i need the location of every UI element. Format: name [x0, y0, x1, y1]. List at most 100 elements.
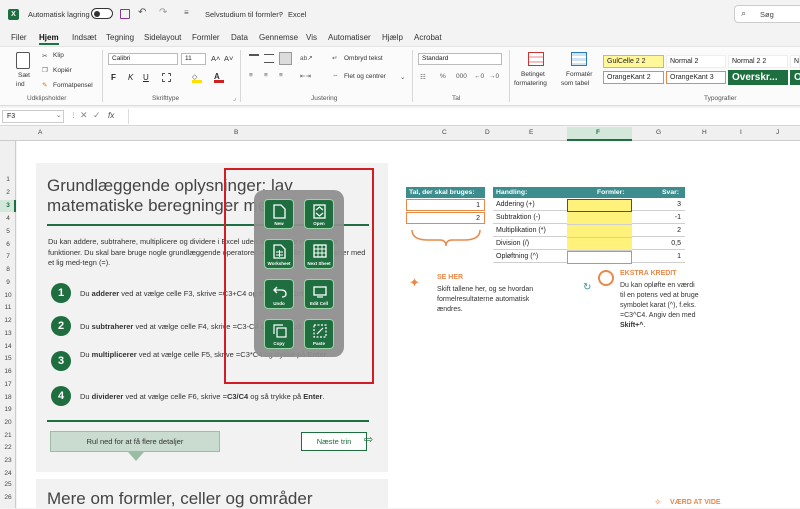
column-header-d[interactable]: D — [485, 129, 490, 136]
style-overskrift[interactable]: Overskr... — [728, 70, 788, 85]
format-table-label-2[interactable]: som tabel — [561, 80, 589, 87]
cut-icon[interactable]: ✂ — [42, 52, 47, 60]
name-box[interactable]: F3 — [2, 110, 64, 123]
conditional-format-label[interactable]: Betinget — [521, 71, 545, 78]
row-header[interactable]: 19 — [0, 405, 16, 415]
tab-hjaelp[interactable]: Hjælp — [382, 33, 403, 42]
row-header[interactable]: 24 — [0, 469, 16, 479]
increase-decimal-icon[interactable]: ←0 — [474, 73, 484, 80]
tab-filer[interactable]: Filer — [11, 33, 27, 42]
fill-color-icon[interactable]: ◇ — [192, 72, 202, 83]
wrap-text-icon[interactable]: ↵ — [332, 54, 337, 62]
orientation-icon[interactable]: ab↗ — [300, 54, 313, 62]
column-header-a[interactable]: A — [38, 129, 42, 136]
row-header[interactable]: 9 — [0, 278, 16, 288]
style-normal-2[interactable]: Normal 2 — [666, 55, 726, 68]
next-step-button[interactable]: Næste trin — [301, 432, 367, 451]
formula-cell-f5[interactable] — [567, 225, 632, 238]
font-name-select[interactable]: Calibri — [108, 53, 178, 65]
italic-button[interactable]: K — [128, 73, 133, 82]
redo-icon[interactable]: ↷ — [159, 7, 167, 18]
thousands-icon[interactable]: 000 — [456, 73, 467, 80]
tab-tegning[interactable]: Tegning — [106, 33, 134, 42]
autosave-toggle[interactable] — [91, 8, 113, 19]
style-normal-2-2[interactable]: Normal 2 2 — [728, 55, 788, 68]
column-header-e[interactable]: E — [529, 129, 533, 136]
decrease-decimal-icon[interactable]: →0 — [489, 73, 499, 80]
style-gulcelle[interactable]: GulCelle 2 2 — [603, 55, 664, 68]
conditional-format-label-2[interactable]: formatering — [514, 80, 547, 87]
copy-icon[interactable]: ❐ — [42, 66, 48, 74]
style-o[interactable]: O — [790, 70, 800, 85]
number-cell-c3[interactable]: 1 — [406, 199, 485, 211]
format-table-label[interactable]: Formatér — [566, 71, 592, 78]
column-header-j[interactable]: J — [776, 129, 779, 136]
row-header[interactable]: 1 — [0, 175, 16, 185]
format-painter-icon[interactable]: ✎ — [42, 81, 47, 89]
row-header[interactable]: 3 — [0, 201, 16, 211]
formula-input[interactable] — [128, 109, 800, 124]
tab-hjem[interactable]: Hjem — [39, 33, 59, 45]
format-table-icon[interactable] — [571, 52, 587, 66]
bold-button[interactable]: F — [111, 73, 116, 82]
formula-cell-f6[interactable] — [567, 238, 632, 251]
copy-button[interactable]: Kopiér — [53, 67, 72, 74]
name-box-dropdown-icon[interactable]: ⌄ — [56, 111, 61, 119]
column-header-c[interactable]: C — [442, 129, 447, 136]
tab-vis[interactable]: Vis — [306, 33, 317, 42]
row-header[interactable]: 21 — [0, 431, 16, 441]
search-box[interactable]: ⌕ Søg — [734, 5, 800, 23]
row-header[interactable]: 4 — [0, 214, 16, 224]
column-header-h[interactable]: H — [702, 129, 707, 136]
underline-button[interactable]: U — [143, 73, 149, 82]
save-icon[interactable] — [120, 9, 130, 19]
number-format-select[interactable]: Standard — [418, 53, 502, 65]
formula-cell-f3[interactable] — [567, 199, 632, 212]
font-size-select[interactable]: 11 — [181, 53, 206, 65]
row-header[interactable]: 12 — [0, 316, 16, 326]
undo-icon[interactable]: ↶ — [138, 7, 146, 18]
quick-access-more-icon[interactable]: ≡ — [184, 8, 189, 17]
row-header[interactable]: 26 — [0, 493, 16, 503]
scroll-down-button[interactable]: Rul ned for at få flere detaljer — [50, 431, 220, 452]
paste-label[interactable]: Sæt — [18, 72, 30, 79]
row-header[interactable]: 8 — [0, 265, 16, 275]
align-left-icon[interactable]: ≡ — [249, 72, 253, 79]
merge-dropdown-icon[interactable]: ⌄ — [400, 73, 405, 81]
row-header[interactable]: 20 — [0, 418, 16, 428]
align-top-icon[interactable] — [249, 54, 259, 63]
tab-indsaet[interactable]: Indsæt — [72, 33, 96, 42]
style-orangekant-2[interactable]: OrangeKant 2 — [603, 71, 664, 84]
currency-icon[interactable]: ☷ — [420, 73, 426, 81]
row-header[interactable]: 14 — [0, 342, 16, 352]
row-header[interactable]: 10 — [0, 291, 16, 301]
column-header-i[interactable]: I — [740, 129, 742, 136]
row-header[interactable]: 7 — [0, 252, 16, 262]
row-header[interactable]: 13 — [0, 329, 16, 339]
indent-icon[interactable]: ⇤⇥ — [300, 72, 311, 80]
formula-cell-f4[interactable] — [567, 212, 632, 225]
tab-data[interactable]: Data — [231, 33, 248, 42]
align-bottom-icon[interactable] — [279, 52, 292, 65]
row-header[interactable]: 23 — [0, 456, 16, 466]
format-painter-button[interactable]: Formatpensel — [53, 82, 93, 89]
row-header[interactable]: 15 — [0, 354, 16, 364]
align-right-icon[interactable]: ≡ — [279, 72, 283, 79]
enter-icon[interactable]: ✓ — [93, 110, 101, 121]
column-header-b[interactable]: B — [234, 129, 238, 136]
column-header-f[interactable]: F — [596, 129, 600, 136]
tab-automatiser[interactable]: Automatiser — [328, 33, 371, 42]
row-header[interactable]: 2 — [0, 188, 16, 198]
grow-font-icon[interactable]: A˄ — [211, 54, 220, 63]
cancel-icon[interactable]: ✕ — [80, 110, 88, 121]
row-header[interactable]: 22 — [0, 443, 16, 453]
row-header[interactable]: 11 — [0, 303, 16, 313]
insert-function-icon[interactable]: fx — [108, 111, 114, 120]
borders-icon[interactable] — [162, 73, 171, 82]
tab-gennemse[interactable]: Gennemse — [259, 33, 298, 42]
row-header[interactable]: 6 — [0, 240, 16, 250]
row-header[interactable]: 18 — [0, 393, 16, 403]
paste-icon[interactable] — [16, 52, 30, 69]
column-header-g[interactable]: G — [656, 129, 661, 136]
formula-bar-more-icon[interactable]: ⋮ — [70, 111, 77, 119]
